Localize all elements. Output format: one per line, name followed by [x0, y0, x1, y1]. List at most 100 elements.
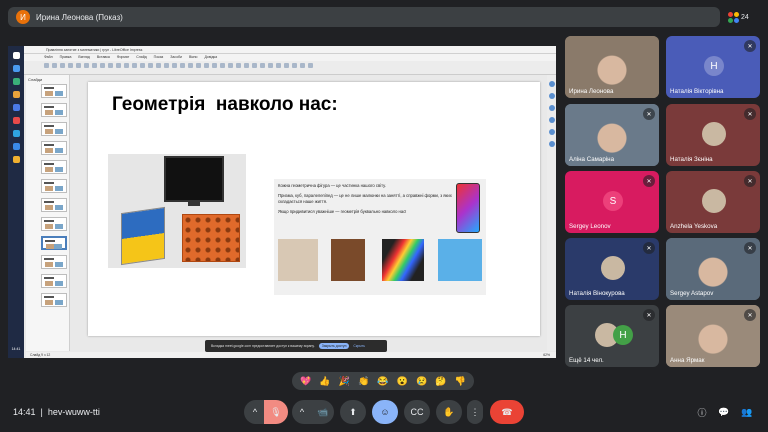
chevron-up-icon: ^	[299, 407, 305, 417]
present-icon: ⬆	[349, 406, 357, 417]
menu-bar[interactable]: Файл Правка Вигляд Вставка Формат Слайд …	[24, 54, 556, 61]
avatar: H	[613, 325, 633, 345]
slide-thumbnail[interactable]	[41, 160, 67, 174]
info-button[interactable]: ⓘ	[695, 405, 709, 419]
zoom-level[interactable]: 62%	[543, 352, 550, 358]
participant-name: Anzhela Yeskova	[670, 223, 718, 230]
slide-thumbnail[interactable]	[41, 103, 67, 117]
reaction-button[interactable]: 😮	[397, 376, 408, 387]
participant-tile[interactable]: S ✕ Sergey Leonov	[565, 171, 659, 233]
slide-thumbnail[interactable]	[41, 84, 67, 98]
share-notice-text: Вкладка meet.google.com предоставляет до…	[211, 344, 315, 348]
chat-button[interactable]: 💬	[717, 405, 731, 419]
paragraph: Кожна геометрична фігура — це частинка н…	[278, 183, 386, 188]
mic-muted-icon: ✕	[744, 175, 756, 187]
paragraph: Призма, куб, паралелепіпед — це не лише …	[278, 193, 452, 204]
emoji-icon: ☺	[380, 407, 390, 417]
leave-call-button[interactable]: ☎	[490, 400, 524, 424]
info-icon: ⓘ	[697, 407, 707, 418]
mic-muted-icon: ✕	[744, 309, 756, 321]
taskbar-clock: 14:41	[11, 347, 21, 351]
participant-tile[interactable]: Н ✕ Наталія Вікторівна	[666, 36, 760, 98]
folder-icon[interactable]	[12, 91, 20, 98]
slide-thumbnail[interactable]	[41, 255, 67, 269]
captions-icon: CC	[410, 407, 424, 417]
sidebar-deck[interactable]	[547, 75, 556, 351]
participants-counter[interactable]: 24	[728, 9, 758, 25]
participant-tile[interactable]: Ирина Леонова	[565, 36, 659, 98]
reaction-button[interactable]: 💖	[300, 376, 311, 387]
mic-muted-icon: ✕	[744, 242, 756, 254]
mic-toggle-button[interactable]: 🎙	[264, 400, 288, 424]
participant-tile[interactable]: ✕ Наталія Зєніна	[666, 104, 760, 166]
presenter-avatar: И	[16, 10, 30, 24]
window-title: Правління занятие з математики | груп - …	[24, 46, 556, 54]
participant-name: Наталія Вікторівна	[670, 88, 724, 95]
app-icon[interactable]	[12, 78, 20, 85]
hand-icon: ✋	[443, 406, 455, 417]
presenter-title: Ирина Леонова (Показ)	[36, 12, 123, 22]
people-icon: 👥	[741, 406, 753, 417]
image-group	[108, 154, 246, 268]
participant-tile[interactable]: ✕ Анна Ярмак	[666, 305, 760, 367]
people-button[interactable]: 👥	[740, 405, 754, 419]
participant-tile[interactable]: ✕ Sergey Astapov	[666, 238, 760, 300]
screen-share-notice: Вкладка meet.google.com предоставляет до…	[205, 340, 387, 352]
mic-options-button[interactable]: ^	[244, 400, 266, 424]
slides-panel[interactable]: Слайди	[26, 75, 70, 351]
reaction-button[interactable]: 🎉	[339, 376, 350, 387]
cube-building-image	[438, 239, 482, 281]
toolbar-secondary[interactable]	[24, 69, 556, 75]
search-icon[interactable]	[12, 65, 20, 72]
tv-image	[164, 156, 224, 206]
slide-thumbnail[interactable]	[41, 293, 67, 307]
participant-name: Наталія Вінокурова	[569, 290, 625, 297]
slide-thumbnail[interactable]	[41, 141, 67, 155]
browser-icon[interactable]	[12, 104, 20, 111]
participant-count: 24	[741, 13, 749, 21]
meeting-code: hev-wuww-tti	[47, 407, 100, 417]
captions-button[interactable]: CC	[404, 400, 430, 424]
app-icon[interactable]	[12, 143, 20, 150]
slide-thumbnail[interactable]	[41, 179, 67, 193]
stop-sharing-button[interactable]: Закрыть доступ	[318, 343, 350, 349]
app-icon[interactable]	[12, 117, 20, 124]
reaction-button[interactable]: 👍	[319, 376, 330, 387]
participant-tile[interactable]: ✕ Anzhela Yeskova	[666, 171, 760, 233]
more-options-button[interactable]: ⋮	[467, 400, 483, 424]
slide-thumbnail[interactable]	[41, 274, 67, 288]
slide-thumbnail-selected[interactable]	[41, 236, 67, 250]
avatar	[702, 122, 726, 146]
impress-icon[interactable]	[12, 156, 20, 163]
hide-button[interactable]: Скрыть	[353, 344, 365, 348]
slide-canvas[interactable]: Геометрія навколо нас: Кожна геометрична…	[88, 82, 540, 336]
nightstand-image	[278, 239, 318, 281]
participant-tile[interactable]: ✕ Аліна Самаріна	[565, 104, 659, 166]
camera-options-button[interactable]: ^	[292, 400, 312, 424]
reaction-button[interactable]: 😢	[416, 376, 427, 387]
participant-tile[interactable]: H ✕ Ещё 14 чел.	[565, 305, 659, 367]
mic-off-icon: 🎙	[270, 406, 282, 417]
raise-hand-button[interactable]: ✋	[436, 400, 462, 424]
reaction-button[interactable]: 👎	[455, 376, 466, 387]
chevron-up-icon: ^	[252, 407, 258, 417]
slide-thumbnail[interactable]	[41, 217, 67, 231]
emoji-button[interactable]: ☺	[372, 400, 398, 424]
start-icon[interactable]	[12, 52, 20, 59]
participant-tile[interactable]: ✕ Наталія Вінокурова	[565, 238, 659, 300]
slide-thumbnail[interactable]	[41, 122, 67, 136]
slide-thumbnail[interactable]	[41, 198, 67, 212]
participant-name: Sergey Leonov	[569, 223, 611, 230]
telegram-icon[interactable]	[12, 130, 20, 137]
reaction-button[interactable]: 😂	[377, 376, 388, 387]
book-image	[121, 206, 165, 266]
present-button[interactable]: ⬆	[340, 400, 366, 424]
mic-muted-icon: ✕	[643, 242, 655, 254]
camera-toggle-button[interactable]: 📹	[312, 400, 334, 424]
toolbar[interactable]	[24, 61, 556, 69]
mic-muted-icon: ✕	[744, 40, 756, 52]
reaction-button[interactable]: 🤔	[435, 376, 446, 387]
reaction-button[interactable]: 👏	[358, 376, 369, 387]
prism-image	[382, 239, 424, 281]
mic-muted-icon: ✕	[643, 108, 655, 120]
